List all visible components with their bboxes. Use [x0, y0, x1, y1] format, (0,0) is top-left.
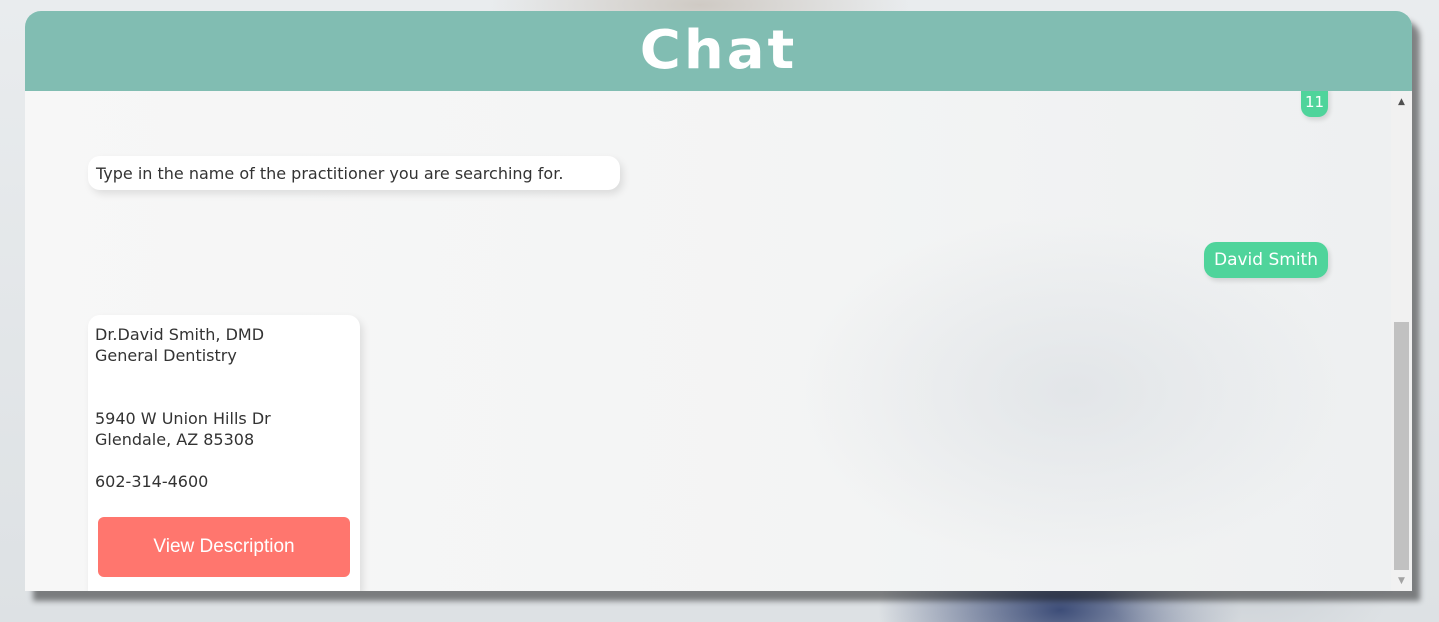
bot-message-text: Type in the name of the practitioner you… — [96, 163, 564, 183]
scroll-down-arrow-icon[interactable]: ▼ — [1391, 572, 1412, 589]
practitioner-card: Dr.David Smith, DMD General Dentistry 59… — [88, 315, 360, 591]
user-message-text: 11 — [1304, 93, 1325, 111]
practitioner-address-line2: Glendale, AZ 85308 — [95, 430, 255, 449]
practitioner-specialty: General Dentistry — [95, 346, 237, 365]
scrollbar-thumb[interactable] — [1394, 322, 1409, 570]
bot-message-bubble: Type in the name of the practitioner you… — [88, 156, 620, 190]
practitioner-address-line1: 5940 W Union Hills Dr — [95, 409, 271, 428]
view-description-button[interactable]: View Description — [98, 517, 350, 577]
chat-header: Chat — [25, 11, 1412, 91]
chat-title: Chat — [639, 19, 798, 82]
vertical-scrollbar[interactable]: ▲ ▼ — [1391, 91, 1412, 591]
practitioner-phone: 602-314-4600 — [95, 472, 209, 491]
chat-window: Chat 11 Type in the name of the practiti… — [25, 11, 1412, 591]
practitioner-name: Dr.David Smith, DMD — [95, 325, 265, 344]
user-message-bubble: David Smith — [1204, 242, 1328, 278]
chat-message-list[interactable]: 11 Type in the name of the practitioner … — [25, 91, 1391, 591]
scroll-up-arrow-icon[interactable]: ▲ — [1391, 93, 1412, 110]
user-message-bubble: 11 — [1301, 91, 1328, 117]
user-message-text: David Smith — [1213, 250, 1318, 270]
